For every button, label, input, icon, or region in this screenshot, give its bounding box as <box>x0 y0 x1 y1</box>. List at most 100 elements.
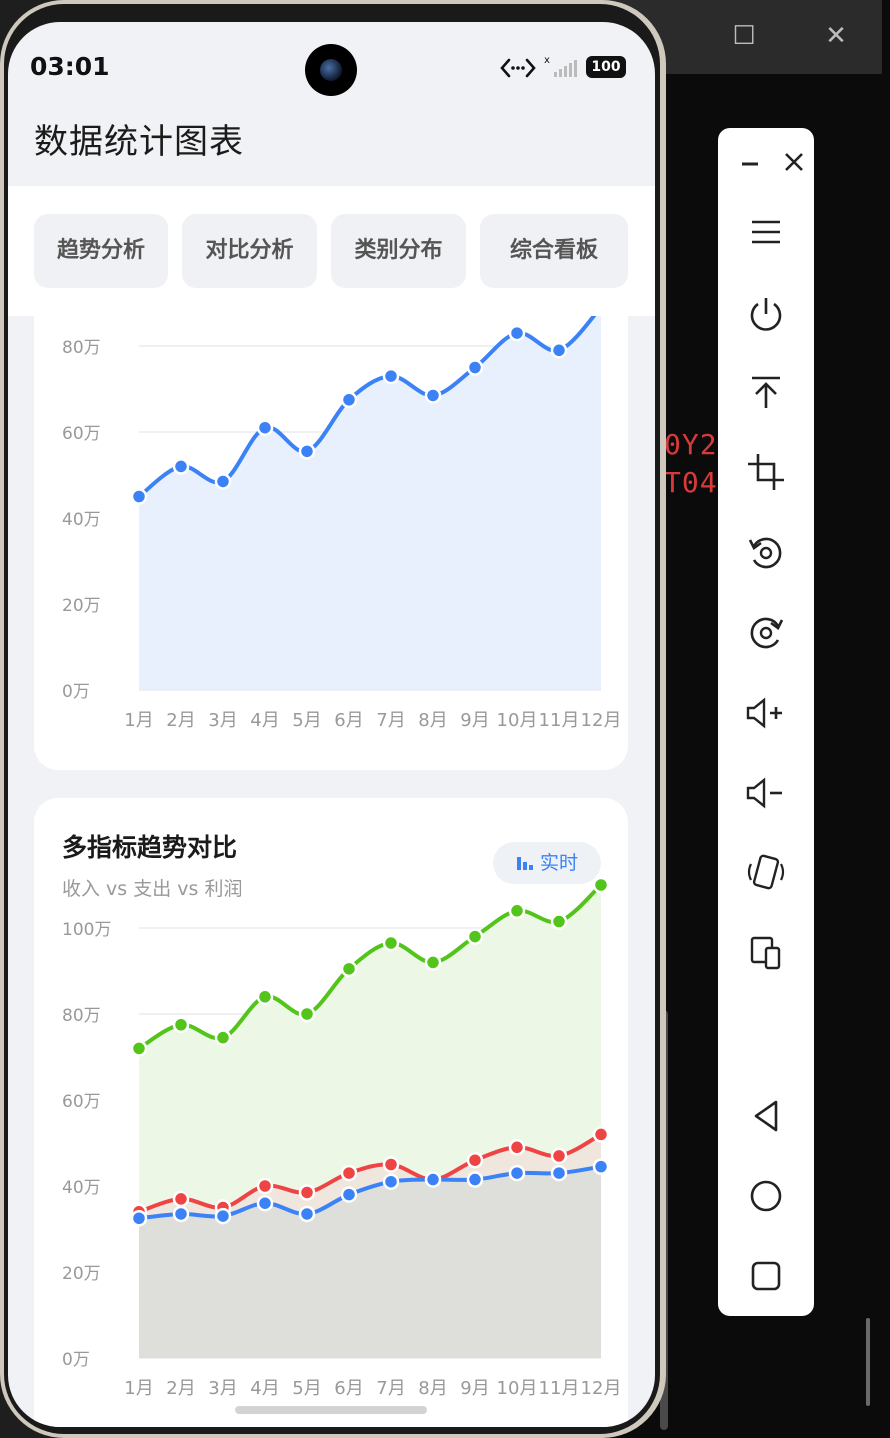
volume-down-icon[interactable] <box>738 764 794 820</box>
data-point <box>256 988 274 1006</box>
multi-metric-area-chart: 0万20万40万60万80万100万1月 2月 3月 4月 5月 6月 7月 8月 9月 10月 1… <box>62 876 622 1399</box>
data-point <box>256 1194 274 1212</box>
home-icon[interactable] <box>738 1166 794 1222</box>
x-tick-label: 3月 <box>208 1378 237 1399</box>
data-point <box>424 387 442 404</box>
menu-icon[interactable] <box>738 204 794 260</box>
rotate-left-icon[interactable] <box>738 524 794 580</box>
x-tick-label: 2月 <box>166 710 195 731</box>
data-point <box>382 367 400 385</box>
data-point <box>382 934 400 952</box>
maximize-icon[interactable]: ☐ <box>726 18 762 54</box>
multi-metric-chart-card: 多指标趋势对比 收入 vs 支出 vs 利润 实时 0万 20万 40万 60万 80万… <box>34 798 628 1427</box>
x-tick-label: 5月 <box>292 710 321 731</box>
data-point <box>592 876 610 894</box>
data-point <box>298 1184 316 1201</box>
data-point <box>550 1164 568 1182</box>
data-point <box>592 1158 610 1175</box>
tab-comparison-analysis[interactable]: 对比分析 <box>182 214 317 288</box>
data-point <box>466 1151 484 1169</box>
status-bar: 03:01 x 100 <box>8 22 655 102</box>
data-point <box>172 458 190 475</box>
x-tick-label: 6月 <box>334 1378 363 1399</box>
signal-bars-icon: x <box>544 55 577 77</box>
x-tick-label: 1月 <box>124 710 153 731</box>
tab-dashboard[interactable]: 综合看板 <box>480 214 628 288</box>
x-tick-label: 3月 <box>208 710 237 731</box>
pin-top-icon[interactable] <box>738 364 794 420</box>
y-tick-label: 40万 <box>62 1178 101 1198</box>
x-tick-label: 4月 <box>250 1378 279 1399</box>
shake-icon[interactable] <box>738 844 794 900</box>
data-point <box>340 391 358 408</box>
x-tick-label: 8月 <box>418 1378 447 1399</box>
tab-trend-analysis[interactable]: 趋势分析 <box>34 214 168 288</box>
x-tick-label: 12月 <box>581 710 622 731</box>
home-indicator[interactable] <box>235 1406 427 1414</box>
back-icon[interactable] <box>738 1086 794 1142</box>
data-point <box>340 960 358 978</box>
series-area <box>139 307 601 690</box>
battery-indicator: 100 <box>586 56 626 78</box>
data-point <box>550 1147 568 1165</box>
data-point <box>298 443 316 460</box>
x-tick-label: 8月 <box>418 710 447 731</box>
x-tick-label: 11月 <box>539 710 580 731</box>
close-icon[interactable]: ✕ <box>818 18 854 54</box>
data-point <box>508 1164 526 1182</box>
data-point <box>214 1207 232 1225</box>
network-arrows-icon <box>500 58 536 78</box>
data-point <box>340 1164 358 1182</box>
x-tick-label: 5月 <box>292 1378 321 1399</box>
x-tick-label: 10月 <box>497 1378 538 1399</box>
data-point <box>130 1040 148 1057</box>
data-point <box>508 324 526 342</box>
data-point <box>466 928 484 945</box>
data-point <box>466 1171 484 1188</box>
overview-icon[interactable] <box>738 1246 794 1302</box>
data-point <box>298 1005 316 1023</box>
data-point <box>256 1177 274 1195</box>
data-point <box>466 359 484 376</box>
x-tick-label: 11月 <box>539 1378 580 1399</box>
data-point <box>550 342 568 359</box>
x-tick-label: 9月 <box>460 710 489 731</box>
data-point <box>214 473 232 490</box>
front-camera <box>305 44 357 96</box>
data-point <box>592 1126 610 1143</box>
minimize-icon[interactable] <box>722 132 766 188</box>
y-tick-label: 60万 <box>62 1092 101 1112</box>
tab-category-distribution[interactable]: 类别分布 <box>331 214 466 288</box>
background-scrollbar[interactable] <box>866 1318 870 1406</box>
y-tick-label: 0万 <box>62 682 90 702</box>
page-title: 数据统计图表 <box>34 122 244 162</box>
data-point <box>256 419 274 436</box>
data-point <box>424 1171 442 1188</box>
y-tick-label: 40万 <box>62 510 101 530</box>
data-point <box>340 1186 358 1203</box>
volume-up-icon[interactable] <box>738 684 794 740</box>
y-tick-label: 20万 <box>62 596 101 616</box>
multi-device-icon[interactable] <box>738 924 794 980</box>
x-tick-label: 10月 <box>497 710 538 731</box>
data-point <box>172 1205 190 1223</box>
data-point <box>172 1016 190 1033</box>
x-tick-label: 7月 <box>376 710 405 731</box>
data-point <box>130 488 148 505</box>
emulator-toolbar <box>718 128 814 1316</box>
power-icon[interactable] <box>738 286 794 342</box>
x-tick-label: 12月 <box>581 1378 622 1399</box>
tab-bar: 趋势分析 对比分析 类别分布 综合看板 <box>8 186 655 316</box>
data-point <box>508 902 526 920</box>
y-tick-label: 80万 <box>62 338 101 358</box>
data-point <box>508 1139 526 1156</box>
data-point <box>382 1173 400 1190</box>
crop-icon[interactable] <box>738 444 794 500</box>
y-tick-label: 0万 <box>62 1350 90 1370</box>
y-tick-label: 60万 <box>62 424 101 444</box>
rotate-right-icon[interactable] <box>738 604 794 660</box>
x-tick-label: 2月 <box>166 1378 195 1399</box>
close-icon[interactable] <box>766 132 810 188</box>
svg-text:x: x <box>544 55 550 66</box>
y-tick-label: 100万 <box>62 920 111 940</box>
